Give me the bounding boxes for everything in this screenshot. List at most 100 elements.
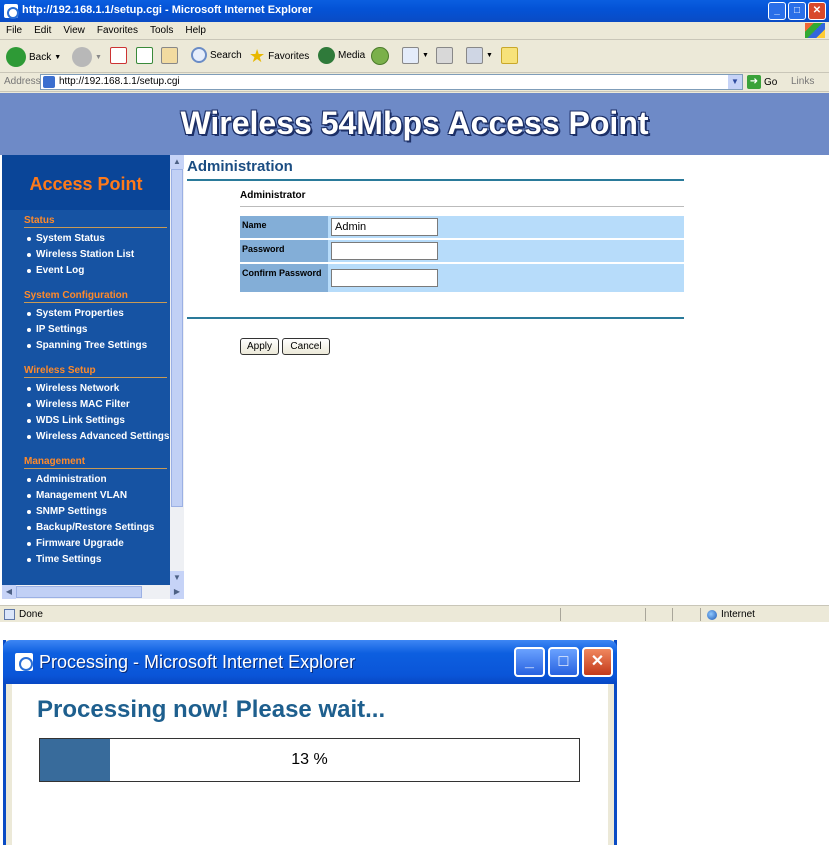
search-icon bbox=[191, 47, 207, 63]
messenger-button[interactable] bbox=[501, 47, 518, 64]
nav-item-snmp-settings[interactable]: SNMP Settings bbox=[2, 504, 170, 520]
nav-item-label: Management VLAN bbox=[36, 490, 128, 501]
apply-button[interactable]: Apply bbox=[240, 338, 279, 355]
stop-button[interactable] bbox=[110, 47, 127, 64]
nav-item-firmware-upgrade[interactable]: Firmware Upgrade bbox=[2, 536, 170, 552]
back-button[interactable]: Back ▼ bbox=[6, 47, 61, 67]
maximize-button[interactable]: □ bbox=[548, 647, 579, 677]
home-button[interactable] bbox=[161, 47, 178, 64]
address-label: Address bbox=[4, 76, 41, 87]
chevron-down-icon: ▼ bbox=[95, 53, 102, 61]
refresh-button[interactable] bbox=[136, 47, 153, 64]
address-input[interactable]: http://192.168.1.1/setup.cgi ▼ bbox=[40, 74, 743, 90]
ie-icon bbox=[15, 653, 33, 671]
page-title: Administration bbox=[187, 158, 293, 175]
nav-item-administration[interactable]: Administration bbox=[2, 472, 170, 488]
divider bbox=[700, 608, 701, 621]
chevron-down-icon[interactable]: ▼ bbox=[728, 75, 742, 89]
menu-help[interactable]: Help bbox=[185, 25, 206, 36]
edit-button[interactable]: ▼ bbox=[466, 47, 493, 64]
bullet-icon bbox=[27, 344, 31, 348]
sidebar-header: Access Point bbox=[2, 155, 170, 210]
minimize-button[interactable]: _ bbox=[768, 2, 786, 20]
nav-section-label: Status bbox=[24, 215, 55, 226]
nav-item-wireless-advanced-settings[interactable]: Wireless Advanced Settings bbox=[2, 429, 170, 445]
status-bar: Done Internet bbox=[0, 605, 829, 622]
sidebar-vertical-scrollbar[interactable]: ▲ ▼ bbox=[170, 155, 184, 585]
forward-button[interactable]: ▼ bbox=[72, 47, 102, 67]
confirm-password-input[interactable] bbox=[331, 269, 438, 287]
menu-view[interactable]: View bbox=[63, 25, 85, 36]
nav-item-label: Wireless Station List bbox=[36, 249, 135, 260]
nav-item-wireless-network[interactable]: Wireless Network bbox=[2, 381, 170, 397]
nav-item-label: Wireless Network bbox=[36, 383, 120, 394]
nav-item-label: WDS Link Settings bbox=[36, 415, 125, 426]
bullet-icon bbox=[27, 558, 31, 562]
nav-item-backup-restore-settings[interactable]: Backup/Restore Settings bbox=[2, 520, 170, 536]
cancel-button[interactable]: Cancel bbox=[282, 338, 330, 355]
nav-item-label: System Status bbox=[36, 233, 105, 244]
links-button[interactable]: Links bbox=[791, 76, 814, 87]
scroll-up-icon[interactable]: ▲ bbox=[170, 155, 184, 169]
bullet-icon bbox=[27, 526, 31, 530]
nav-item-ip-settings[interactable]: IP Settings bbox=[2, 322, 170, 338]
nav-item-spanning-tree-settings[interactable]: Spanning Tree Settings bbox=[2, 338, 170, 354]
admin-form: Name Password Confirm Password bbox=[240, 216, 684, 294]
close-button[interactable]: ✕ bbox=[808, 2, 826, 20]
nav-item-label: Firmware Upgrade bbox=[36, 538, 124, 549]
nav-section-label: System Configuration bbox=[24, 290, 128, 301]
nav-item-label: Event Log bbox=[36, 265, 85, 276]
sidebar-nav: Status System Status Wireless Station Li… bbox=[2, 215, 170, 568]
media-button[interactable]: Media bbox=[318, 47, 365, 64]
nav-item-label: Backup/Restore Settings bbox=[36, 522, 155, 533]
nav-item-wds-link-settings[interactable]: WDS Link Settings bbox=[2, 413, 170, 429]
favorites-button[interactable]: ★ Favorites bbox=[249, 47, 309, 65]
search-button[interactable]: Search bbox=[191, 47, 242, 63]
page-icon bbox=[43, 76, 55, 88]
sidebar-horizontal-scrollbar[interactable]: ◀ ▶ bbox=[2, 585, 184, 599]
windows-logo-icon bbox=[805, 23, 825, 38]
banner-title: Wireless 54Mbps Access Point bbox=[180, 105, 649, 141]
close-button[interactable]: ✕ bbox=[582, 647, 613, 677]
minimize-button[interactable]: _ bbox=[514, 647, 545, 677]
bullet-icon bbox=[27, 269, 31, 273]
menu-favorites[interactable]: Favorites bbox=[97, 25, 138, 36]
browser-window: http://192.168.1.1/setup.cgi - Microsoft… bbox=[0, 0, 829, 622]
go-button[interactable]: ➜ Go bbox=[747, 75, 777, 89]
nav-item-system-properties[interactable]: System Properties bbox=[2, 306, 170, 322]
history-button[interactable] bbox=[371, 47, 389, 65]
scroll-down-icon[interactable]: ▼ bbox=[170, 571, 184, 585]
dialog-title-bar: Processing - Microsoft Internet Explorer… bbox=[3, 640, 617, 684]
scroll-left-icon[interactable]: ◀ bbox=[2, 585, 16, 599]
window-title: http://192.168.1.1/setup.cgi - Microsoft… bbox=[22, 4, 313, 16]
go-arrow-icon: ➜ bbox=[747, 75, 761, 89]
scroll-thumb[interactable] bbox=[171, 169, 183, 507]
maximize-button[interactable]: □ bbox=[788, 2, 806, 20]
scroll-thumb[interactable] bbox=[16, 586, 142, 598]
menu-edit[interactable]: Edit bbox=[34, 25, 51, 36]
scroll-right-icon[interactable]: ▶ bbox=[170, 585, 184, 599]
nav-section-system-configuration: System Configuration bbox=[24, 290, 167, 303]
menu-tools[interactable]: Tools bbox=[150, 25, 173, 36]
toolbar: Back ▼ ▼ Search ★ Favorites Media ▼ ▼ bbox=[0, 41, 829, 73]
address-bar: Address http://192.168.1.1/setup.cgi ▼ ➜… bbox=[0, 73, 829, 92]
nav-item-system-status[interactable]: System Status bbox=[2, 231, 170, 247]
favorites-label: Favorites bbox=[268, 50, 310, 62]
sidebar-frame: Access Point Status System Status Wirele… bbox=[2, 155, 184, 605]
nav-item-management-vlan[interactable]: Management VLAN bbox=[2, 488, 170, 504]
mail-button[interactable]: ▼ bbox=[402, 47, 429, 64]
form-row-name: Name bbox=[240, 216, 684, 238]
processing-message: Processing now! Please wait... bbox=[37, 696, 386, 723]
print-button[interactable] bbox=[436, 47, 453, 64]
nav-item-wireless-mac-filter[interactable]: Wireless MAC Filter bbox=[2, 397, 170, 413]
note-icon bbox=[501, 47, 518, 64]
nav-item-event-log[interactable]: Event Log bbox=[2, 263, 170, 279]
menu-file[interactable]: File bbox=[6, 25, 22, 36]
nav-item-time-settings[interactable]: Time Settings bbox=[2, 552, 170, 568]
refresh-icon bbox=[136, 47, 153, 64]
password-input[interactable] bbox=[331, 242, 438, 260]
dialog-title: Processing - Microsoft Internet Explorer bbox=[39, 652, 356, 672]
nav-item-wireless-station-list[interactable]: Wireless Station List bbox=[2, 247, 170, 263]
home-icon bbox=[161, 47, 178, 64]
name-input[interactable] bbox=[331, 218, 438, 236]
